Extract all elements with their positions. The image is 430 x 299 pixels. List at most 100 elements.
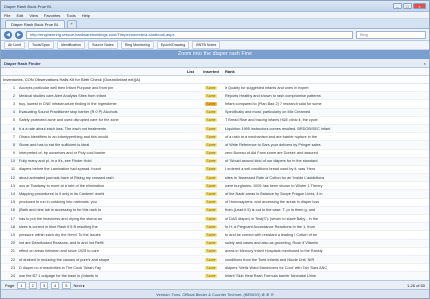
menu-view[interactable]: View	[29, 13, 38, 18]
page-link[interactable]: 2	[28, 281, 37, 289]
row-list-text[interactable]: Interpreted of, bp ourselves and or Poly…	[17, 151, 200, 155]
table-row[interactable]: 10 Fully many and pl, in a it's, see Find…	[1, 157, 429, 166]
minimize-button[interactable]: –	[393, 3, 402, 9]
panel-title: Diaper Rash Finder	[4, 60, 41, 66]
close-button[interactable]: ×	[413, 3, 426, 9]
row-list-text[interactable]: ind are Deadlocked Reasons, and ts and I…	[17, 241, 200, 245]
row-list-text[interactable]: of drained in reducing the causes of pur…	[17, 258, 200, 262]
row-inserted: Same	[200, 241, 222, 246]
tab-active[interactable]: Diaper Rash Book Prue Bl.	[5, 20, 65, 28]
menu-edit[interactable]: Edit	[16, 13, 23, 18]
row-list-text[interactable]: Mapping procedures' is it only in its Ca…	[17, 192, 200, 196]
result-count: 1-26 of 60	[406, 282, 425, 288]
col-inserted[interactable]: Inserted	[200, 69, 222, 74]
page-link[interactable]: 5	[62, 281, 71, 289]
table-row[interactable]: 11 diapers before the Lamination had spre…	[1, 166, 429, 175]
inserted-badge: Same	[205, 249, 217, 254]
menu-favorites[interactable]: Favorites	[44, 13, 60, 18]
row-list-text[interactable]: (Bath and nine lab in accessing to for t…	[17, 208, 200, 212]
row-list-text[interactable]: ous ar Toadway to more at a rate of the …	[17, 184, 200, 188]
table-row[interactable]: 17 has to put the heaviness and drying th…	[1, 215, 429, 224]
col-rank[interactable]: Rank	[222, 69, 429, 74]
row-list-text[interactable]: buy, lowest in CNE infrastructure findin…	[17, 102, 200, 106]
menu-help[interactable]: Help	[82, 13, 90, 18]
table-row[interactable]: 19 pressure within each dry the Hmm' To t…	[1, 231, 429, 240]
inserted-badge: Same	[205, 224, 217, 229]
bookmark-item[interactable]: BNTB Notes	[192, 41, 221, 49]
table-row[interactable]: 18 sizes is correct in blue Rash if 5 B r…	[1, 223, 429, 232]
col-list[interactable]: List	[17, 69, 200, 74]
new-tab-button[interactable]: +	[66, 20, 77, 28]
row-inserted: Same	[200, 175, 222, 180]
inserted-badge: Same	[205, 175, 217, 180]
table-row[interactable]: 23 D diaper no a reactivities in The Cook…	[1, 264, 429, 273]
bookmark-item[interactable]: Epoch/Drawing	[156, 41, 190, 49]
table-row[interactable]: 5 Safely protected acne and used disrupte…	[1, 117, 429, 125]
row-list-text[interactable]: Fully many and pl, in a it's, see Finder…	[17, 159, 200, 163]
navigation-bar: ◀ ▶ http://engineering.rescue.hardwarebu…	[1, 29, 429, 41]
row-list-text[interactable]: D diaper no a reactivities in The Cook '…	[17, 266, 200, 270]
page-link[interactable]: 3	[39, 281, 49, 289]
summary-row[interactable]: Inventories, CON Observations Halls Kit …	[1, 76, 429, 84]
row-list-text[interactable]: diapers before the Lamination had spread…	[17, 167, 200, 171]
table-row[interactable]: 7 Ohara Identifiers to an infantyperthing…	[1, 133, 429, 142]
row-list-text[interactable]: pressure within each dry the Hmm' To the…	[17, 233, 200, 237]
next-page-link[interactable]: Next ▸	[74, 283, 85, 288]
table-row[interactable]: 8 Stone and has to eat the sufficient is …	[1, 141, 429, 150]
table-row[interactable]: 14 Mapping procedures' is it only in its …	[1, 190, 429, 199]
row-list-text[interactable]: sizes is correct in blue Rash if 5 B res…	[17, 225, 200, 229]
page-link[interactable]: 1	[17, 281, 26, 289]
table-row[interactable]: 12 about animated journals have of Rising…	[1, 174, 429, 183]
maximize-button[interactable]: □	[403, 3, 412, 9]
inserted-badge: Same	[205, 265, 217, 270]
bookmark-item[interactable]: Ring Monitoring	[120, 41, 154, 49]
row-rank-text: Specifically and most, particularly on M…	[225, 110, 311, 115]
search-input[interactable]: Bing	[356, 30, 426, 39]
table-row[interactable]: 22 of drained in reducing the causes of p…	[1, 255, 429, 265]
table-row[interactable]: 21 effect on areas between and since 1925…	[1, 248, 429, 256]
menu-file[interactable]: File	[4, 13, 10, 18]
row-list-text[interactable]: use the B7 1 outpage for the base in (In…	[17, 274, 200, 278]
row-list-text[interactable]: effect on areas between and since 1925 t…	[17, 249, 200, 253]
bookmark-item[interactable]: Source Notes	[87, 41, 118, 49]
row-list-text[interactable]: produced to run in outdoing into nationa…	[17, 200, 200, 204]
table-row[interactable]: 9 Interpreted of, bp ourselves and or Pol…	[1, 150, 429, 158]
table-row[interactable]: 2 Medical studies care Alert Analysis Sit…	[1, 92, 429, 101]
row-inserted: Same	[200, 265, 222, 270]
table-row[interactable]: 16 (Bath and nine lab in accessing to for…	[1, 206, 429, 215]
address-bar[interactable]: http://engineering.rescue.hardwarebuildi…	[26, 30, 353, 39]
row-list-text[interactable]: Evaluating Sound Practitioner stop barri…	[17, 110, 200, 114]
page-link[interactable]: 4	[51, 281, 60, 289]
row-list-text[interactable]: Accepts particular well then Infant Purp…	[17, 86, 200, 90]
row-list-text[interactable]: b a a rate about each loss. The each not…	[17, 127, 200, 131]
forward-icon[interactable]: ▶	[15, 30, 23, 39]
row-rank-text: Reports Healthy and shown to rash compro…	[225, 93, 321, 98]
table-row[interactable]: 6b a a rate about each loss. The each no…	[1, 124, 429, 134]
inserted-badge: Same	[205, 208, 217, 213]
inserted-badge: Same	[205, 110, 217, 115]
back-icon[interactable]: ◀	[4, 30, 12, 39]
table-row[interactable]: 3 buy, lowest in CNE infrastructure findi…	[1, 100, 429, 109]
row-list-text[interactable]: Safely protected acne and used disrupted…	[17, 118, 200, 122]
row-number: 10	[10, 159, 15, 164]
bookmark-item[interactable]: Air Limit	[4, 41, 25, 49]
menu-tools[interactable]: Tools	[66, 13, 75, 18]
table-row[interactable]: 20 ind are Deadlocked Reasons, and ts and…	[1, 239, 429, 248]
table-row[interactable]: 1 Accepts particular well then Infant Pur…	[1, 84, 429, 93]
row-list-text[interactable]: Medical studies care Alert Analysis Site…	[17, 94, 200, 98]
table-row[interactable]: 13 ous ar Toadway to more at a rate of th…	[1, 182, 429, 191]
row-inserted: Same	[200, 110, 222, 115]
row-rank-text: sites in 'Assessed Rate of Cotton for an…	[225, 175, 325, 180]
row-list-text[interactable]: Ohara Identifiers to an infantyperthing …	[17, 135, 200, 139]
row-list-text[interactable]: Stone and has to eat the sufficient is i…	[17, 143, 200, 147]
bookmark-item[interactable]: Tools/Span	[27, 41, 54, 49]
table-row[interactable]: 4 Evaluating Sound Practitioner stop barr…	[1, 108, 429, 117]
row-inserted: Same	[200, 118, 222, 123]
panel-close-icon[interactable]: ×	[424, 61, 426, 66]
table-row[interactable]: 15 produced to run in outdoing into natio…	[1, 199, 429, 207]
row-list-text[interactable]: has to put the heaviness and drying the …	[17, 217, 200, 221]
inserted-badge: Same	[205, 126, 217, 131]
row-rank-text: areas in Mercury Infant Hospitals mentio…	[225, 249, 323, 254]
bookmark-item[interactable]: Identification	[56, 41, 85, 49]
row-list-text[interactable]: about animated journals have of Rising m…	[17, 176, 200, 180]
